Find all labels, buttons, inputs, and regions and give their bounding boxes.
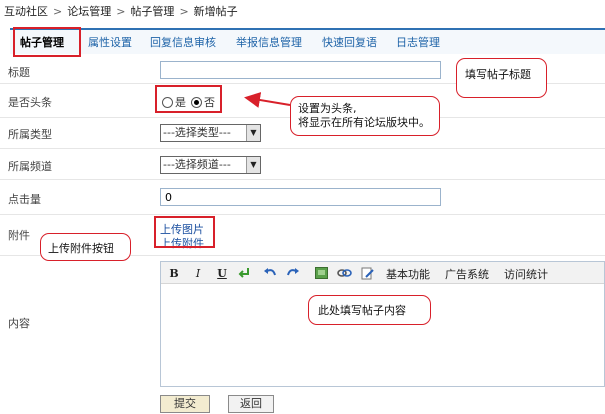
toolbar-menu-stats[interactable]: 访问统计 <box>504 266 548 282</box>
active-tab-highlight <box>13 27 81 57</box>
type-label: 所属类型 <box>8 128 52 141</box>
breadcrumb: 互动社区 > 论坛管理 > 帖子管理 > 新增帖子 <box>0 0 605 22</box>
edit-document-icon[interactable] <box>360 265 376 281</box>
channel-row: 所属频道 ---选择频道--- ▼ <box>0 149 605 180</box>
toolbar-menu-basic[interactable]: 基本功能 <box>386 266 430 282</box>
tab-reply-review[interactable]: 回复信息审核 <box>150 33 216 53</box>
clicks-label: 点击量 <box>8 193 41 206</box>
breadcrumb-item[interactable]: 互动社区 <box>4 3 48 19</box>
chevron-down-icon: ▼ <box>246 157 260 173</box>
back-button[interactable]: 返回 <box>228 395 274 413</box>
headline-label: 是否头条 <box>8 96 52 109</box>
chevron-down-icon: ▼ <box>246 125 260 141</box>
bold-icon[interactable]: B <box>166 265 182 281</box>
breadcrumb-separator: > <box>53 4 63 18</box>
clicks-row: 点击量 <box>0 180 605 215</box>
undo-icon[interactable] <box>262 265 278 281</box>
content-label: 内容 <box>8 317 30 330</box>
redo-icon[interactable] <box>285 265 301 281</box>
channel-select[interactable]: ---选择频道--- ▼ <box>160 156 261 174</box>
insert-image-icon[interactable] <box>313 265 329 281</box>
tab-log-management[interactable]: 日志管理 <box>396 33 440 53</box>
editor-toolbar: B I U 基本功能 广告系统 访问统计 <box>161 262 604 284</box>
tab-quick-reply[interactable]: 快速回复语 <box>322 33 377 53</box>
breadcrumb-separator: > <box>116 4 126 18</box>
title-note: 填写帖子标题 <box>465 68 531 81</box>
italic-icon[interactable]: I <box>190 265 206 281</box>
underline-icon[interactable]: U <box>214 265 230 281</box>
submit-button[interactable]: 提交 <box>160 395 210 413</box>
breadcrumb-item: 新增帖子 <box>193 5 238 18</box>
type-select[interactable]: ---选择类型--- ▼ <box>160 124 261 142</box>
upload-highlight <box>154 216 215 248</box>
tab-report-management[interactable]: 举报信息管理 <box>236 33 302 53</box>
headline-highlight <box>155 85 222 113</box>
attach-note: 上传附件按钮 <box>48 242 114 255</box>
attachment-label: 附件 <box>8 229 30 242</box>
channel-label: 所属频道 <box>8 160 52 173</box>
channel-select-value: ---选择频道--- <box>163 158 231 171</box>
tab-bar: 帖子管理 属性设置 回复信息审核 举报信息管理 快速回复语 日志管理 <box>10 28 605 54</box>
line-break-icon[interactable] <box>236 265 252 281</box>
type-select-value: ---选择类型--- <box>163 126 231 139</box>
title-input[interactable] <box>160 61 441 79</box>
breadcrumb-item[interactable]: 帖子管理 <box>130 3 174 19</box>
link-icon[interactable] <box>336 265 352 281</box>
clicks-input[interactable] <box>160 188 441 206</box>
toolbar-menu-ads[interactable]: 广告系统 <box>445 266 489 282</box>
breadcrumb-separator: > <box>179 4 189 18</box>
title-label: 标题 <box>8 66 30 79</box>
content-note: 此处填写帖子内容 <box>318 304 406 317</box>
tab-property-settings[interactable]: 属性设置 <box>88 33 132 53</box>
type-row: 所属类型 ---选择类型--- ▼ <box>0 118 605 149</box>
breadcrumb-item[interactable]: 论坛管理 <box>67 3 111 19</box>
